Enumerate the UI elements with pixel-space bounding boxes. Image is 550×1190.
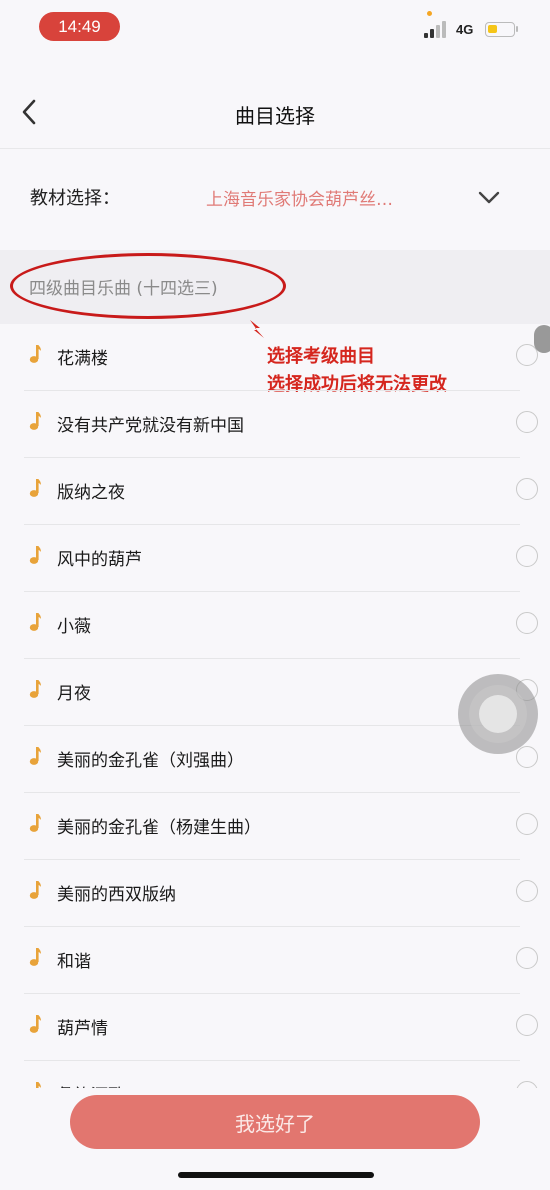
song-title: 美丽的金孔雀（刘强曲） xyxy=(57,751,244,771)
song-item[interactable]: 葫芦情 xyxy=(24,994,538,1061)
music-note-icon xyxy=(29,814,41,832)
song-radio[interactable] xyxy=(516,411,538,433)
textbook-label: 教材选择： xyxy=(30,188,120,209)
music-note-icon xyxy=(29,747,41,765)
song-radio[interactable] xyxy=(516,947,538,969)
song-title: 没有共产党就没有新中国 xyxy=(57,416,244,436)
cellular-signal-icon xyxy=(424,11,448,38)
chevron-down-icon[interactable] xyxy=(476,184,502,210)
music-note-icon xyxy=(29,613,41,631)
song-item[interactable]: 小薇 xyxy=(24,592,538,659)
textbook-selector[interactable]: 教材选择： 上海音乐家协会葫芦丝… xyxy=(0,150,550,248)
music-note-icon xyxy=(29,1015,41,1033)
song-item[interactable]: 版纳之夜 xyxy=(24,458,538,525)
battery-level xyxy=(488,25,497,33)
song-item[interactable]: 美丽的西双版纳 xyxy=(24,860,538,927)
song-radio[interactable] xyxy=(516,880,538,902)
assistive-touch-button[interactable] xyxy=(458,674,538,754)
song-title: 和谐 xyxy=(57,952,91,972)
textbook-value[interactable]: 上海音乐家协会葫芦丝… xyxy=(206,185,393,210)
song-title: 葫芦情 xyxy=(57,1019,108,1039)
navbar: 曲目选择 xyxy=(0,80,550,149)
home-indicator[interactable] xyxy=(178,1172,374,1178)
assistive-ring-inner xyxy=(479,695,517,733)
status-time: 14:49 xyxy=(39,12,120,41)
song-item[interactable]: 美丽的金孔雀（刘强曲） xyxy=(24,726,538,793)
network-type: 4G xyxy=(456,22,474,37)
battery-icon xyxy=(485,22,518,37)
song-radio[interactable] xyxy=(516,813,538,835)
song-title: 月夜 xyxy=(57,684,91,704)
highlight-ellipse xyxy=(10,253,286,319)
music-note-icon xyxy=(29,412,41,430)
music-note-icon xyxy=(29,479,41,497)
song-radio[interactable] xyxy=(516,746,538,768)
music-note-icon xyxy=(29,345,41,363)
music-note-icon xyxy=(29,680,41,698)
music-note-icon xyxy=(29,948,41,966)
song-title: 版纳之夜 xyxy=(57,483,125,503)
song-item[interactable]: 花满楼 xyxy=(24,324,538,391)
song-title: 花满楼 xyxy=(57,349,108,369)
song-item[interactable]: 美丽的金孔雀（杨建生曲） xyxy=(24,793,538,860)
music-note-icon xyxy=(36,1082,41,1088)
song-item[interactable]: 没有共产党就没有新中国 xyxy=(24,391,538,458)
song-item[interactable]: 彝族酒歌 xyxy=(24,1061,538,1088)
song-title: 彝族酒歌 xyxy=(57,1081,125,1088)
song-title: 小薇 xyxy=(57,617,91,637)
confirm-button[interactable]: 我选好了 xyxy=(70,1095,480,1149)
song-radio[interactable] xyxy=(516,1081,538,1088)
song-title: 风中的葫芦 xyxy=(57,550,142,570)
page-title: 曲目选择 xyxy=(235,104,315,128)
song-radio[interactable] xyxy=(516,478,538,500)
music-note-icon xyxy=(29,881,41,899)
song-title: 美丽的西双版纳 xyxy=(57,885,176,905)
song-title: 美丽的金孔雀（杨建生曲） xyxy=(57,818,261,838)
song-item[interactable]: 月夜 xyxy=(24,659,538,726)
song-radio[interactable] xyxy=(516,545,538,567)
status-bar: 14:49 4G xyxy=(0,0,550,50)
recording-dot-icon xyxy=(427,11,432,16)
song-item[interactable]: 和谐 xyxy=(24,927,538,994)
music-note-icon xyxy=(29,546,41,564)
song-radio[interactable] xyxy=(516,612,538,634)
song-item[interactable]: 风中的葫芦 xyxy=(24,525,538,592)
song-radio[interactable] xyxy=(516,1014,538,1036)
scroll-indicator[interactable] xyxy=(534,325,550,353)
